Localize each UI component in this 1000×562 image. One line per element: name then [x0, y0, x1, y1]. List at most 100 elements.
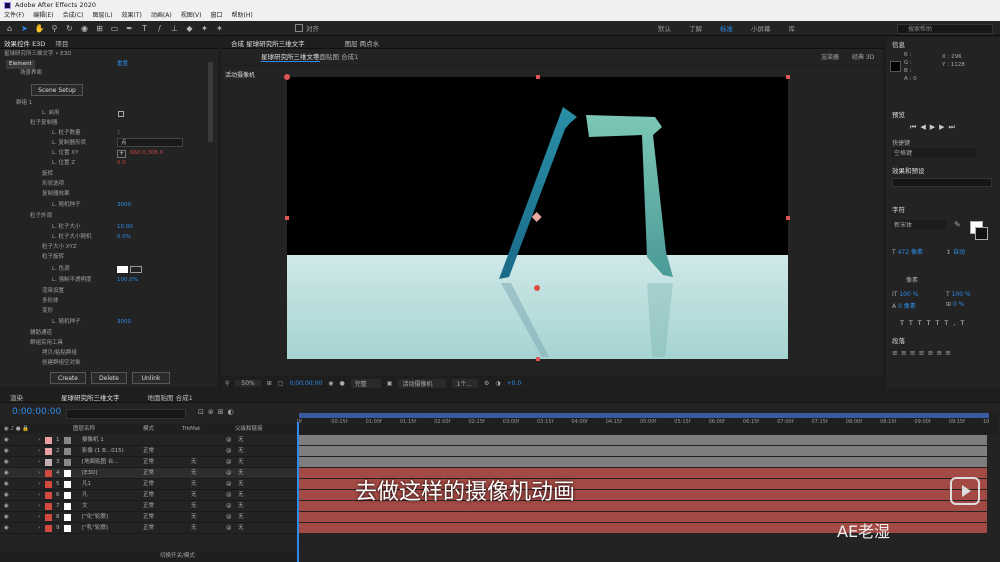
camera-tool-icon[interactable]: ◉ [79, 23, 90, 34]
layer-name[interactable]: [E3D] [82, 468, 98, 479]
handle-top[interactable] [536, 75, 540, 79]
layer-name[interactable]: 摄像机 1 [82, 435, 104, 446]
random-seed-value[interactable]: 3000 [117, 201, 131, 210]
leading-value[interactable]: 自动 [953, 249, 965, 256]
label-color[interactable] [45, 525, 52, 532]
horizontal-scale-value[interactable]: 100 % [952, 291, 971, 298]
parent-pickwhip-icon[interactable]: @ [226, 457, 232, 468]
label-color[interactable] [45, 459, 52, 466]
text-style-buttons[interactable]: TTTTTT,T [900, 319, 969, 327]
vertical-scale-value[interactable]: 100 % [899, 291, 918, 298]
last-frame-icon[interactable]: ⏭ [948, 123, 958, 131]
menu-edit[interactable]: 编辑(E) [33, 11, 53, 21]
layer-mode-select[interactable]: 正常 [143, 468, 154, 479]
rotate-tool-icon[interactable]: ↻ [64, 23, 75, 34]
layer-duration-bar[interactable] [297, 435, 987, 445]
prop-shape-options[interactable]: 形状选项 [42, 180, 64, 189]
visibility-eye-icon[interactable]: ◉ [4, 479, 9, 490]
workspace-default[interactable]: 默认 [658, 23, 671, 33]
menu-view[interactable]: 视图(V) [181, 11, 202, 21]
visibility-eye-icon[interactable]: ◉ [4, 523, 9, 534]
menu-animation[interactable]: 动画(A) [151, 11, 172, 21]
prop-rotation[interactable]: 旋转 [42, 170, 53, 179]
fast-preview-icon[interactable]: ⚙ [484, 380, 489, 387]
views-select[interactable]: 1个... [452, 378, 478, 388]
layer-row[interactable]: ◉ › 3 [地面贴图 合... 正常 无 @ 无 [0, 457, 297, 468]
grid-icon[interactable]: ⊞ [267, 380, 272, 387]
effect-panel-scrollbar[interactable] [208, 62, 213, 142]
roto-tool-icon[interactable]: ✦ [199, 23, 210, 34]
label-color[interactable] [45, 492, 52, 499]
layer-row[interactable]: ◉ › 6 凡 正常 无 @ 无 [0, 490, 297, 501]
label-color[interactable] [45, 470, 52, 477]
help-search-input[interactable]: 搜索帮助 [897, 24, 993, 34]
align-buttons[interactable]: ≡≡≡≡≡≡≡ [892, 349, 954, 357]
handle-left[interactable] [285, 216, 289, 220]
layer-mode-select[interactable]: 正常 [143, 479, 154, 490]
first-frame-icon[interactable]: ⏮ [910, 123, 920, 131]
prop-particle-rotation[interactable]: 粒子旋转 [42, 253, 64, 262]
expand-chevron-icon[interactable]: › [38, 435, 40, 446]
roi-icon[interactable]: ▣ [387, 380, 393, 387]
resolution-select[interactable]: 完整 [350, 378, 381, 388]
subtab-ground-comp[interactable]: 地面贴图 合成1 [313, 51, 358, 61]
viewer-timecode[interactable]: 0;00;00;00 [289, 380, 322, 387]
layer-parent-select[interactable]: 无 [238, 468, 244, 479]
timeline-timecode[interactable]: 0:00:00:00 [12, 407, 61, 417]
baseline-value[interactable]: 0 像素 [898, 303, 916, 310]
expand-chevron-icon[interactable]: › [38, 501, 40, 512]
menu-file[interactable]: 文件(F) [4, 11, 24, 21]
reset-link[interactable]: 重置 [117, 60, 128, 69]
prop-group-utilities[interactable]: 群组实用工具 [30, 339, 63, 348]
layer-trkmat-select[interactable]: 无 [191, 501, 197, 512]
label-color[interactable] [45, 514, 52, 521]
layer-row[interactable]: ◉ › 4 [E3D] 正常 无 @ 无 [0, 468, 297, 479]
prop-group-1[interactable]: 群组 1 [16, 99, 32, 108]
exposure-icon[interactable]: ◑ [495, 380, 500, 387]
subtab-main-comp[interactable]: 星球研究所三维文字 [261, 51, 320, 62]
visibility-eye-icon[interactable]: ◉ [4, 501, 9, 512]
layer-row[interactable]: ◉ › 9 ["乳"轮廓] 正常 无 @ 无 [0, 523, 297, 534]
stroke-color-swatch[interactable] [975, 227, 988, 240]
eyedropper-icon[interactable]: ✎ [954, 220, 961, 229]
zoom-select[interactable]: 50% [235, 379, 261, 387]
layer-mode-select[interactable]: 正常 [143, 457, 154, 468]
expand-chevron-icon[interactable]: › [38, 512, 40, 523]
prop-multi-object[interactable]: 多形体 [42, 297, 59, 306]
renderer-value[interactable]: 经典 3D [852, 52, 874, 61]
prop-render-settings[interactable]: 渲染设置 [42, 287, 64, 296]
layer-row[interactable]: ◉ › 7 文 正常 无 @ 无 [0, 501, 297, 512]
workspace-library[interactable]: 库 [789, 23, 796, 33]
clone-tool-icon[interactable]: ⊥ [169, 23, 180, 34]
layer-parent-select[interactable]: 无 [238, 512, 244, 523]
layer-mode-select[interactable]: 正常 [143, 501, 154, 512]
label-color[interactable] [45, 437, 52, 444]
expand-chevron-icon[interactable]: › [38, 523, 40, 534]
home-icon[interactable]: ⌂ [4, 23, 15, 34]
color-channel-icon[interactable]: ● [340, 380, 345, 387]
random-seed-2-value[interactable]: 3000 [117, 318, 131, 327]
exposure-value[interactable]: +0.0 [507, 380, 522, 387]
layer-trkmat-select[interactable]: 无 [191, 523, 197, 534]
particle-size-random-value[interactable]: 0.0% [117, 233, 131, 242]
toggle-switches-modes[interactable]: 切换开关/模式 [0, 551, 297, 562]
parent-pickwhip-icon[interactable]: @ [226, 446, 232, 457]
layer-name[interactable]: 文 [82, 501, 88, 512]
snapshot-icon[interactable]: ◉ [328, 380, 333, 387]
layer-mode-select[interactable]: 正常 [143, 446, 154, 457]
align-checkbox[interactable] [295, 24, 303, 32]
layer-duration-bar[interactable] [297, 446, 987, 456]
layer-mode-select[interactable]: 正常 [143, 490, 154, 501]
visibility-eye-icon[interactable]: ◉ [4, 468, 9, 479]
comp-canvas[interactable] [287, 77, 788, 359]
layer-row[interactable]: ◉ › 1 摄像机 1 @ 无 [0, 435, 297, 446]
position-xy-value[interactable]: 660.0,306.0 [130, 149, 163, 158]
shortcut-select[interactable]: 空格键 [892, 148, 976, 157]
layer-name[interactable]: 影像 (1 B...015) [82, 446, 124, 457]
tab-timeline-ground[interactable]: 地面贴图 合成1 [148, 392, 193, 402]
layer-row[interactable]: ◉ › 5 凡1 正常 无 @ 无 [0, 479, 297, 490]
workspace-standard[interactable]: 标准 [720, 23, 733, 33]
label-color[interactable] [45, 481, 52, 488]
layer-mode-select[interactable]: 正常 [143, 523, 154, 534]
brush-tool-icon[interactable]: / [154, 23, 165, 34]
